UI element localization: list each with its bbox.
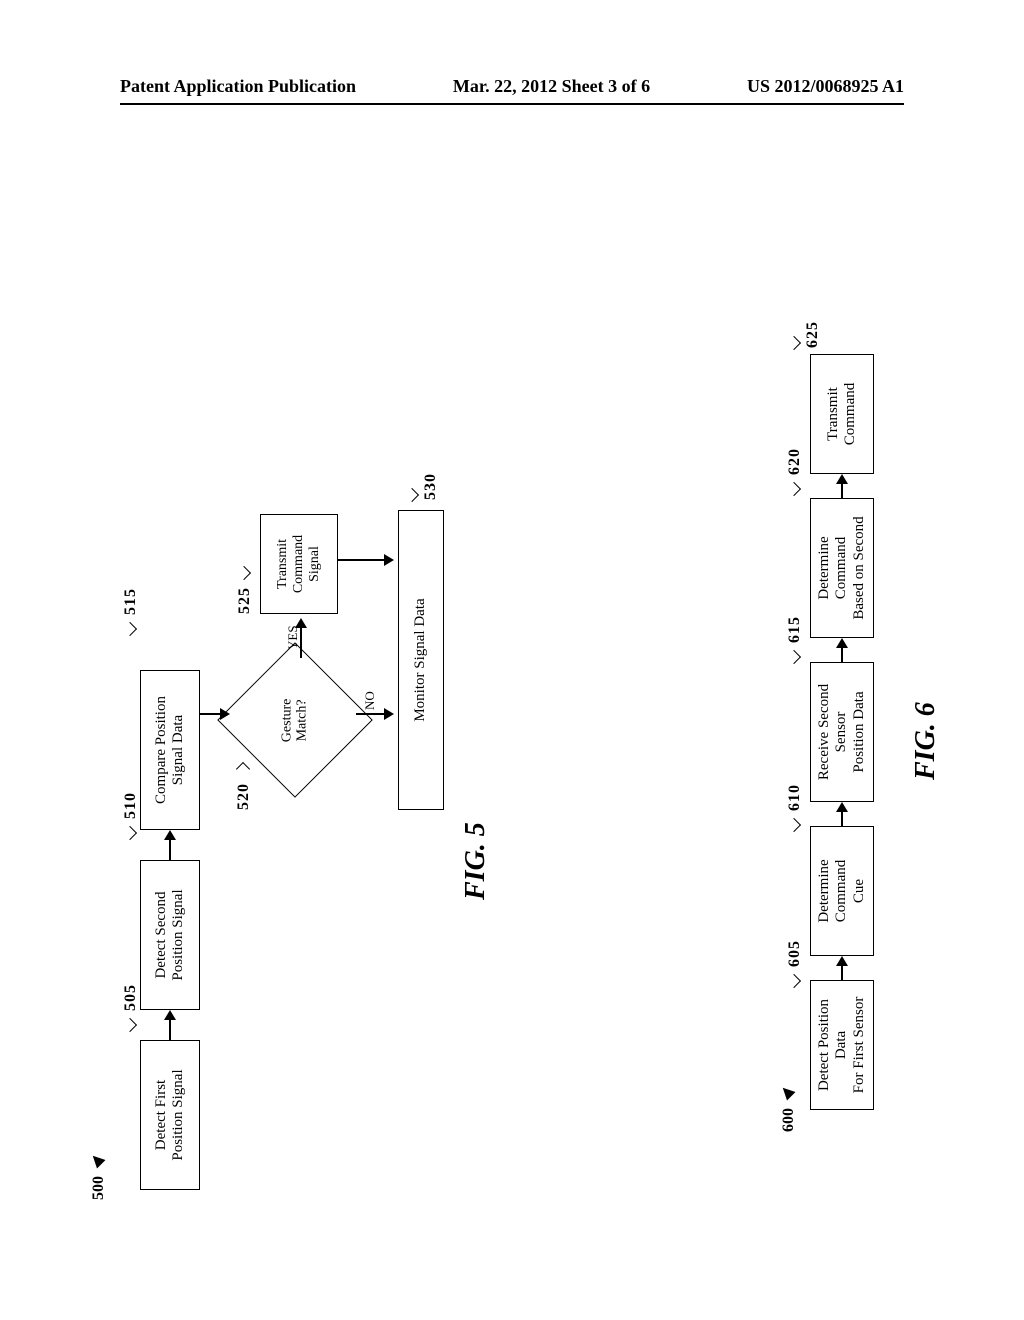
ref-525-text: 525 (236, 587, 253, 614)
step-505-text: Detect First Position Signal (153, 1069, 188, 1160)
ref-615-text: 615 (786, 616, 803, 643)
fig5-flowchart: 500 Detect First Position Signal Detect … (120, 490, 500, 1190)
fig6-id-text: 600 (780, 1108, 797, 1132)
ref-530-text: 530 (422, 473, 439, 500)
ref-615: 615 (786, 616, 804, 662)
step-530-text: Monitor Signal Data (412, 598, 429, 721)
ref-620: 620 (786, 448, 804, 494)
arrow-icon (836, 638, 848, 662)
step-620-text: Determine Command Based on Second (816, 507, 868, 629)
leader-icon (787, 650, 801, 664)
arrow-icon (384, 554, 394, 566)
fig6-id: 600 (780, 1086, 798, 1132)
step-615: Receive Second Sensor Position Data (810, 662, 874, 802)
arrow-icon (384, 708, 394, 720)
step-525: Transmit Command Signal (260, 514, 338, 614)
diagram-area: 500 Detect First Position Signal Detect … (0, 180, 1024, 1180)
fig6-label: FIG. 6 (910, 702, 942, 780)
ref-620-text: 620 (786, 448, 803, 475)
leader-icon (123, 622, 137, 636)
step-530: Monitor Signal Data (398, 510, 444, 810)
step-610: Determine Command Cue (810, 826, 874, 956)
ref-625-text: 625 (804, 321, 821, 348)
step-625: Transmit Command (810, 354, 874, 474)
step-505: Detect First Position Signal (140, 1040, 200, 1190)
header-left: Patent Application Publication (120, 76, 356, 97)
leader-icon (123, 826, 137, 840)
ref-605: 605 (786, 940, 804, 986)
step-515: Compare Position Signal Data (140, 670, 200, 830)
step-510: Detect Second Position Signal (140, 860, 200, 1010)
step-615-text: Receive Second Sensor Position Data (816, 671, 868, 793)
leader-icon (787, 482, 801, 496)
step-515-text: Compare Position Signal Data (153, 696, 188, 804)
leader-icon (236, 762, 250, 776)
ref-610-text: 610 (786, 784, 803, 811)
arrow-icon (164, 1010, 176, 1040)
ref-525: 525 (236, 568, 254, 614)
step-610-text: Determine Command Cue (816, 835, 868, 947)
fig5-id-text: 500 (90, 1176, 107, 1200)
arrow-icon (836, 802, 848, 826)
arrow-icon (836, 474, 848, 498)
step-510-text: Detect Second Position Signal (153, 889, 188, 980)
step-625-text: Transmit Command (825, 363, 860, 465)
leader-icon (405, 488, 419, 502)
ref-605-text: 605 (786, 940, 803, 967)
ref-520: 520 (235, 764, 253, 810)
ref-515: 515 (122, 588, 140, 634)
fig5-id: 500 (90, 1154, 108, 1200)
page-header: Patent Application Publication Mar. 22, … (120, 76, 904, 105)
arrow-icon (836, 956, 848, 980)
ref-505-text: 505 (122, 984, 139, 1011)
connector (295, 618, 307, 658)
leader-icon (123, 1018, 137, 1032)
ref-520-text: 520 (235, 783, 252, 810)
ref-510-text: 510 (122, 792, 139, 819)
header-center: Mar. 22, 2012 Sheet 3 of 6 (453, 76, 650, 97)
leader-icon (237, 566, 251, 580)
leader-icon (787, 818, 801, 832)
arrow-icon (89, 1152, 106, 1169)
step-525-text: Transmit Command Signal (275, 535, 323, 593)
leader-icon (787, 974, 801, 988)
arrow-icon (164, 830, 176, 860)
ref-510: 510 (122, 792, 140, 838)
ref-625: 625 (786, 321, 822, 348)
fig6-flowchart: 600 Detect Position Data For First Senso… (720, 350, 1000, 1110)
connector (338, 554, 394, 566)
step-605-text: Detect Position Data For First Sensor (816, 989, 868, 1101)
leader-icon (787, 336, 801, 350)
ref-530: 530 (404, 473, 440, 500)
connector (356, 708, 394, 720)
arrow-icon (779, 1084, 796, 1101)
ref-505: 505 (122, 984, 140, 1030)
header-right: US 2012/0068925 A1 (747, 76, 904, 97)
arrow-icon (295, 618, 307, 628)
connector (200, 713, 220, 715)
step-620: Determine Command Based on Second (810, 498, 874, 638)
fig5-label: FIG. 5 (460, 822, 492, 900)
decision-520-text: Gesture Match? (280, 698, 310, 742)
step-605: Detect Position Data For First Sensor (810, 980, 874, 1110)
ref-515-text: 515 (122, 588, 139, 615)
ref-610: 610 (786, 784, 804, 830)
